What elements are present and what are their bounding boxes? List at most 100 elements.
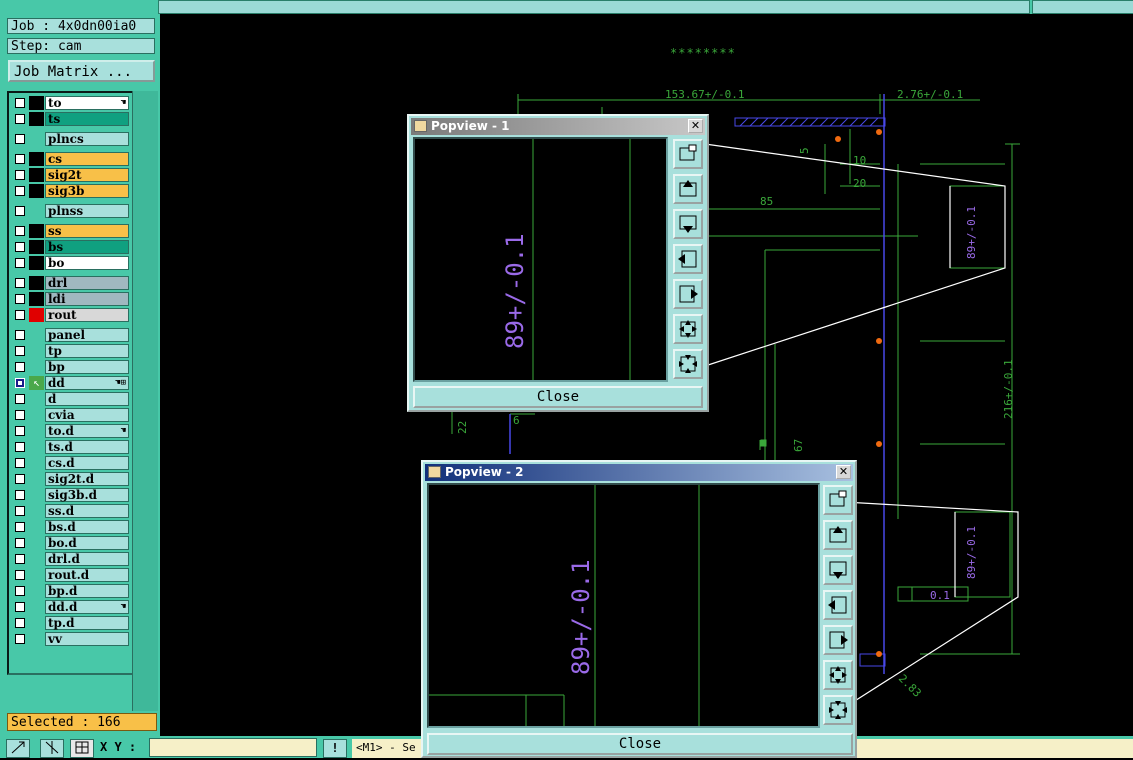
layer-row[interactable]: tp.d xyxy=(12,616,132,630)
layer-name[interactable]: sig3b xyxy=(45,184,129,198)
layer-checkbox[interactable] xyxy=(15,242,25,252)
layer-row[interactable]: to ☚ xyxy=(12,96,132,110)
popview-2-zoom-window-button[interactable] xyxy=(823,485,853,515)
layer-checkbox[interactable] xyxy=(15,154,25,164)
layer-name[interactable]: sig2t.d xyxy=(45,472,129,486)
layer-checkbox[interactable] xyxy=(15,294,25,304)
popview-1-zoom-in-button[interactable] xyxy=(673,314,703,344)
layer-checkbox[interactable] xyxy=(15,186,25,196)
popview-2-zoom-out-button[interactable] xyxy=(823,695,853,725)
popview-1-pan-up-button[interactable] xyxy=(673,174,703,204)
layer-row[interactable]: sig3b xyxy=(12,184,132,198)
layer-row[interactable]: rout xyxy=(12,308,132,322)
layer-checkbox[interactable] xyxy=(15,618,25,628)
layer-row[interactable]: sig2t xyxy=(12,168,132,182)
layer-display-marker[interactable] xyxy=(29,224,44,238)
layer-checkbox[interactable] xyxy=(15,474,25,484)
layer-row[interactable]: d xyxy=(12,392,132,406)
layer-checkbox[interactable] xyxy=(15,378,25,388)
layer-name[interactable]: ldi xyxy=(45,292,129,306)
layer-name[interactable]: tp.d xyxy=(45,616,129,630)
layer-row[interactable]: bo xyxy=(12,256,132,270)
layer-name[interactable]: sig3b.d xyxy=(45,488,129,502)
layer-display-marker[interactable] xyxy=(29,292,44,306)
popview-1-view[interactable]: 89+/-0.1 xyxy=(413,137,668,382)
layer-row[interactable]: ↖ dd ☚⊞ xyxy=(12,376,132,390)
layer-name[interactable]: bo.d xyxy=(45,536,129,550)
popview-2-titlebar[interactable]: Popview - 2 ✕ xyxy=(425,464,853,481)
layer-name[interactable]: cvia xyxy=(45,408,129,422)
layer-display-marker[interactable] xyxy=(29,308,44,322)
xy-input[interactable] xyxy=(149,738,317,757)
layer-checkbox[interactable] xyxy=(15,98,25,108)
layer-checkbox[interactable] xyxy=(15,634,25,644)
layer-display-marker[interactable] xyxy=(29,152,44,166)
layer-display-marker[interactable] xyxy=(29,184,44,198)
layer-name[interactable]: ss xyxy=(45,224,129,238)
popview-1-pan-left-button[interactable] xyxy=(673,244,703,274)
layer-display-marker[interactable] xyxy=(29,168,44,182)
popview-2-pan-right-button[interactable] xyxy=(823,625,853,655)
layer-name[interactable]: d xyxy=(45,392,129,406)
layer-row[interactable]: panel xyxy=(12,328,132,342)
zoom-extent-button[interactable] xyxy=(6,739,30,758)
layer-checkbox[interactable] xyxy=(15,226,25,236)
layer-name[interactable]: panel xyxy=(45,328,129,342)
layer-row[interactable]: bs.d xyxy=(12,520,132,534)
layer-name[interactable]: ts.d xyxy=(45,440,129,454)
layer-checkbox[interactable] xyxy=(15,458,25,468)
popview-2-pan-left-button[interactable] xyxy=(823,590,853,620)
popview-1-pan-right-button[interactable] xyxy=(673,279,703,309)
layer-name[interactable]: plncs xyxy=(45,132,129,146)
layer-checkbox[interactable] xyxy=(15,602,25,612)
layer-name[interactable]: plnss xyxy=(45,204,129,218)
layer-row[interactable]: ss xyxy=(12,224,132,238)
layer-row[interactable]: plnss xyxy=(12,204,132,218)
info-button[interactable]: ! xyxy=(323,739,347,758)
layer-row[interactable]: bo.d xyxy=(12,536,132,550)
layer-row[interactable]: sig3b.d xyxy=(12,488,132,502)
layer-name[interactable]: vv xyxy=(45,632,129,646)
layer-display-marker[interactable] xyxy=(29,276,44,290)
layer-checkbox[interactable] xyxy=(15,330,25,340)
popview-2-pan-down-button[interactable] xyxy=(823,555,853,585)
layer-name[interactable]: to.d xyxy=(45,424,129,438)
layer-name[interactable]: tp xyxy=(45,344,129,358)
layer-name[interactable]: drl xyxy=(45,276,129,290)
layer-checkbox[interactable] xyxy=(15,522,25,532)
popview-1-titlebar[interactable]: Popview - 1 ✕ xyxy=(411,118,705,135)
layer-checkbox[interactable] xyxy=(15,310,25,320)
layer-name[interactable]: cs.d xyxy=(45,456,129,470)
layer-checkbox[interactable] xyxy=(15,586,25,596)
job-matrix-button[interactable]: Job Matrix ... xyxy=(8,60,155,82)
layer-row[interactable]: ts xyxy=(12,112,132,126)
layer-row[interactable]: cs xyxy=(12,152,132,166)
layer-row[interactable]: bs xyxy=(12,240,132,254)
layer-name[interactable]: dd.d xyxy=(45,600,129,614)
layer-checkbox[interactable] xyxy=(15,346,25,356)
layer-row[interactable]: bp.d xyxy=(12,584,132,598)
layer-name[interactable]: bo xyxy=(45,256,129,270)
layer-checkbox[interactable] xyxy=(15,278,25,288)
layer-row[interactable]: to.d ☚ xyxy=(12,424,132,438)
layer-row[interactable]: drl.d xyxy=(12,552,132,566)
layer-name[interactable]: rout.d xyxy=(45,568,129,582)
layer-checkbox[interactable] xyxy=(15,506,25,516)
layer-display-marker[interactable] xyxy=(29,112,44,126)
layer-name[interactable]: cs xyxy=(45,152,129,166)
layer-name[interactable]: bp.d xyxy=(45,584,129,598)
popview-2-pan-up-button[interactable] xyxy=(823,520,853,550)
popview-2-close-button[interactable]: Close xyxy=(427,733,853,755)
layer-checkbox[interactable] xyxy=(15,426,25,436)
layer-row[interactable]: plncs xyxy=(12,132,132,146)
layer-name[interactable]: rout xyxy=(45,308,129,322)
grid-button[interactable] xyxy=(70,739,94,758)
layer-row[interactable]: cvia xyxy=(12,408,132,422)
layer-name[interactable]: bs.d xyxy=(45,520,129,534)
layer-name[interactable]: bs xyxy=(45,240,129,254)
popview-2-zoom-in-button[interactable] xyxy=(823,660,853,690)
layer-row[interactable]: ss.d xyxy=(12,504,132,518)
popview-1-zoom-window-button[interactable] xyxy=(673,139,703,169)
popview-1-pan-down-button[interactable] xyxy=(673,209,703,239)
layer-row[interactable]: ldi xyxy=(12,292,132,306)
